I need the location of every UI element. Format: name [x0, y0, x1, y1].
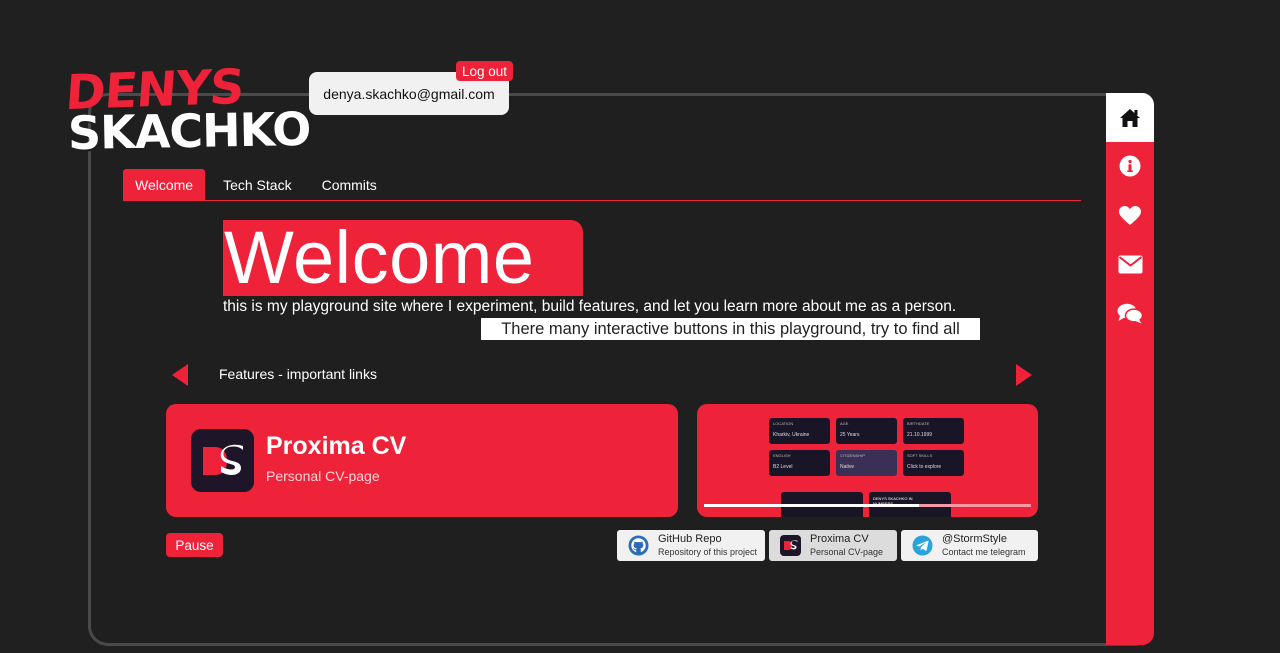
preview-progress-fill: [704, 504, 919, 507]
link-title: Proxima CV: [810, 533, 869, 545]
logo[interactable]: DENYS SKACHKO: [64, 59, 311, 160]
home-icon: [1120, 108, 1140, 127]
info-icon: [1119, 155, 1141, 177]
carousel-next-button[interactable]: [1014, 363, 1034, 387]
hint-text: There many interactive buttons in this p…: [481, 318, 980, 340]
link-subtitle: Personal CV-page: [810, 547, 884, 557]
preview-tile: BIRTHDATE 21.10.1999: [903, 418, 964, 444]
pause-button[interactable]: Pause: [166, 533, 223, 557]
sidebar-nav: [1106, 93, 1154, 645]
link-proxima-cv[interactable]: Proxima CV Personal CV-page: [769, 530, 897, 561]
tab-tech-stack[interactable]: Tech Stack: [211, 169, 303, 201]
sidebar-item-info[interactable]: [1106, 146, 1154, 186]
link-github-repo[interactable]: GitHub Repo Repository of this project: [617, 530, 765, 561]
chat-icon: [1117, 303, 1143, 323]
sidebar-item-home[interactable]: [1106, 93, 1154, 142]
tab-bar: Welcome Tech Stack Commits: [123, 169, 395, 201]
github-icon: [628, 535, 649, 556]
mail-icon: [1118, 255, 1142, 273]
feature-card-subtitle: Personal CV-page: [266, 468, 380, 484]
ds-logo-icon: [780, 535, 801, 556]
carousel-label: Features - important links: [219, 366, 377, 382]
link-title: GitHub Repo: [658, 533, 722, 545]
link-telegram[interactable]: @StormStyle Contact me telegram: [901, 530, 1038, 561]
telegram-icon: [912, 535, 933, 556]
preview-tile: CITIZENSHIP Native: [836, 450, 897, 476]
ds-logo-icon: [191, 429, 254, 492]
tab-welcome[interactable]: Welcome: [123, 169, 206, 201]
feature-card[interactable]: Proxima CV Personal CV-page: [166, 404, 678, 517]
heart-icon: [1119, 205, 1141, 225]
preview-tile: ENGLISH B2 Level: [769, 450, 830, 476]
sidebar-item-favorites[interactable]: [1106, 195, 1154, 235]
arrow-right-icon: [1016, 364, 1032, 386]
arrow-left-icon: [172, 364, 188, 386]
link-title: @StormStyle: [942, 533, 1007, 545]
tab-commits[interactable]: Commits: [310, 169, 389, 201]
sidebar-item-chat[interactable]: [1106, 293, 1154, 333]
preview-tile: SOFT SKILLS Click to explore: [903, 450, 964, 476]
intro-text: this is my playground site where I exper…: [223, 298, 957, 315]
logo-line-last: SKACHKO: [67, 101, 311, 161]
page-title: Welcome: [224, 216, 535, 299]
preview-tile: LOCATION Kharkiv, Ukraine: [769, 418, 830, 444]
feature-card-title: Proxima CV: [266, 432, 407, 460]
carousel-prev-button[interactable]: [170, 363, 190, 387]
sidebar-item-contact[interactable]: [1106, 244, 1154, 284]
preview-tile: AGE 25 Years: [836, 418, 897, 444]
tab-underline: [123, 200, 1081, 201]
link-subtitle: Repository of this project: [658, 547, 758, 557]
feature-preview[interactable]: LOCATION Kharkiv, Ukraine AGE 25 Years B…: [697, 404, 1038, 517]
logout-button[interactable]: Log out: [456, 61, 514, 81]
link-subtitle: Contact me telegram: [942, 547, 1026, 557]
